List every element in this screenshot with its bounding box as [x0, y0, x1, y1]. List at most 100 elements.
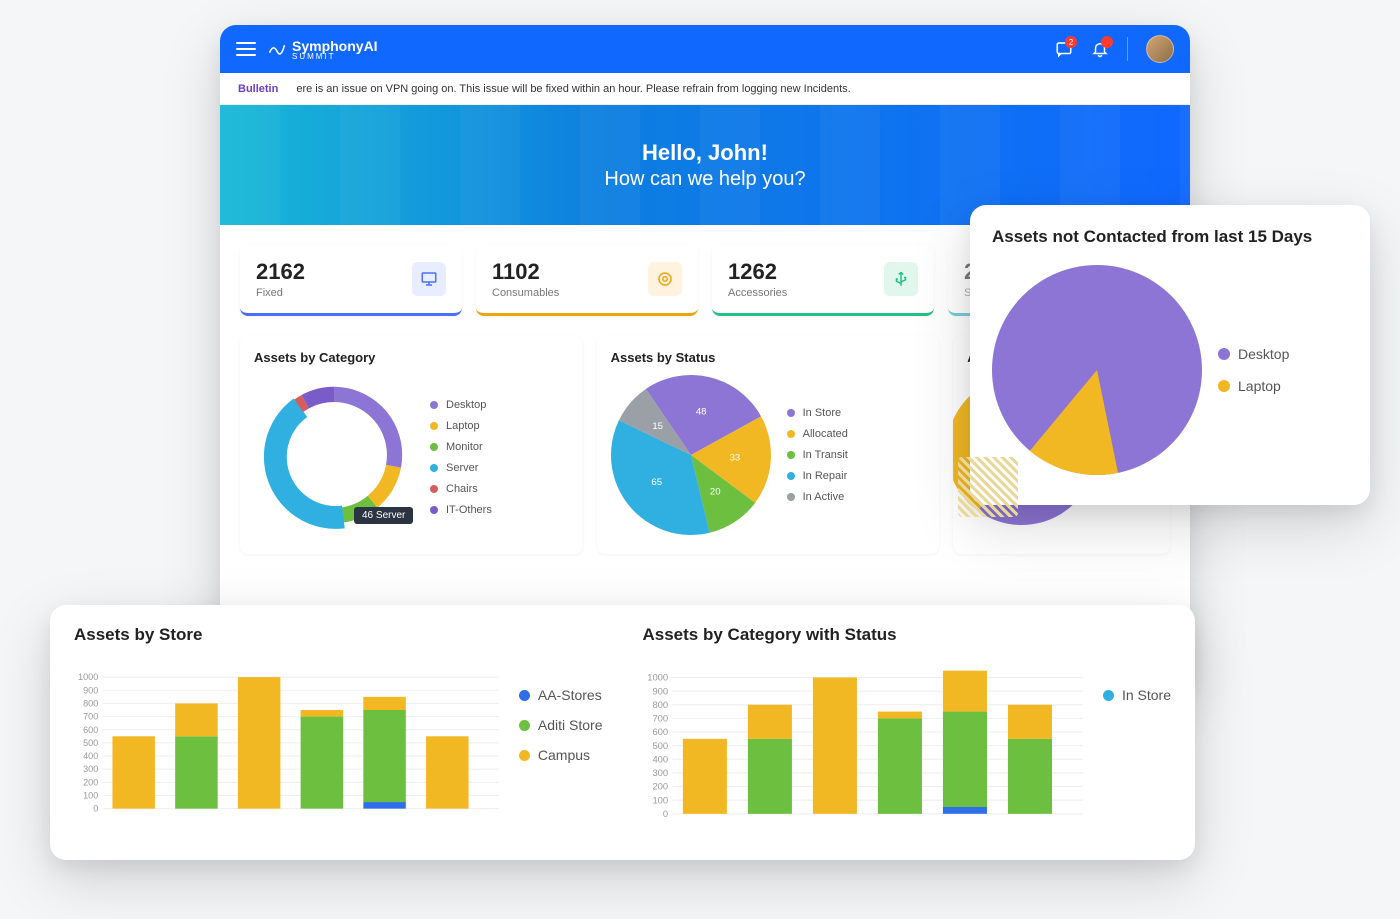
- svg-text:1000: 1000: [78, 672, 98, 682]
- svg-text:200: 200: [83, 777, 98, 787]
- svg-text:100: 100: [652, 794, 668, 805]
- legend-dot: [787, 430, 795, 438]
- alert-badge: [1101, 36, 1113, 48]
- svg-text:48: 48: [695, 407, 706, 418]
- svg-text:500: 500: [652, 740, 668, 751]
- legend-item: Monitor: [430, 441, 492, 453]
- pie-chart: 4833206515: [611, 375, 771, 535]
- legend-dot: [787, 472, 795, 480]
- svg-text:33: 33: [729, 453, 740, 464]
- bar-chart: 01002003004005006007008009001000: [643, 667, 1083, 824]
- legend-label: In Active: [803, 491, 845, 503]
- legend-label: Allocated: [803, 428, 848, 440]
- chat-icon[interactable]: 2: [1055, 40, 1073, 58]
- legend-label: In Store: [803, 407, 842, 419]
- svg-text:500: 500: [83, 738, 98, 748]
- brand-logo[interactable]: SymphonyAI SUMMIT: [268, 38, 378, 61]
- svg-text:600: 600: [652, 726, 668, 737]
- legend-item: In Active: [787, 491, 848, 503]
- chart-legend: In StoreAllocatedIn TransitIn RepairIn A…: [787, 407, 848, 503]
- menu-icon[interactable]: [236, 42, 256, 56]
- stat-value: 1102: [492, 259, 559, 285]
- bar-panel-category-status: Assets by Category with Status 010020030…: [643, 625, 1172, 840]
- legend-item: Chairs: [430, 483, 492, 495]
- chart-legend: In Store: [1103, 667, 1171, 824]
- svg-text:0: 0: [93, 804, 98, 814]
- stat-label: Accessories: [728, 287, 787, 299]
- stat-value: 1262: [728, 259, 787, 285]
- legend-dot: [787, 451, 795, 459]
- chart-card-status[interactable]: Assets by Status 4833206515 In StoreAllo…: [597, 336, 940, 554]
- topbar-divider: [1127, 37, 1128, 61]
- popup-pie-card: Assets not Contacted from last 15 Days D…: [970, 205, 1370, 505]
- svg-text:700: 700: [652, 713, 668, 724]
- svg-text:400: 400: [83, 751, 98, 761]
- legend-label: Campus: [538, 747, 590, 763]
- svg-text:15: 15: [652, 421, 663, 432]
- legend-item: Allocated: [787, 428, 848, 440]
- legend-item: In Store: [1103, 687, 1171, 703]
- legend-dot: [430, 506, 438, 514]
- chart-tooltip: 46 Server: [354, 507, 413, 524]
- stat-value: 2162: [256, 259, 305, 285]
- stat-card-consumables[interactable]: 1102 Consumables: [476, 245, 698, 316]
- hero-prompt: How can we help you?: [604, 168, 805, 191]
- legend-label: In Repair: [803, 470, 848, 482]
- svg-text:300: 300: [652, 767, 668, 778]
- monitor-icon: [412, 262, 446, 296]
- legend-dot: [787, 409, 795, 417]
- logo-icon: [268, 42, 286, 56]
- avatar[interactable]: [1146, 35, 1174, 63]
- chart-title: Assets not Contacted from last 15 Days: [992, 227, 1348, 247]
- legend-dot: [430, 464, 438, 472]
- popup-bars-card: Assets by Store 0 100 200 300 400 500 600 700 80…: [50, 605, 1195, 860]
- chart-legend: Desktop Laptop Monitor Server Chairs IT-Other…: [430, 399, 492, 516]
- legend-dot: [430, 401, 438, 409]
- svg-text:20: 20: [709, 486, 720, 497]
- stat-card-accessories[interactable]: 1262 Accessories: [712, 245, 934, 316]
- svg-text:600: 600: [83, 725, 98, 735]
- legend-label: Monitor: [446, 441, 483, 453]
- stat-label: Consumables: [492, 287, 559, 299]
- legend-item: Laptop: [1218, 378, 1289, 394]
- legend-label: Chairs: [446, 483, 478, 495]
- legend-dot: [1218, 380, 1230, 392]
- bulletin-bar: Bulletin ere is an issue on VPN going on…: [220, 73, 1190, 105]
- chart-card-category[interactable]: Assets by Category 46 Server DesktopLapt…: [240, 336, 583, 554]
- legend-dot: [1218, 348, 1230, 360]
- legend-item: IT-Others: [430, 504, 492, 516]
- legend-dot: [430, 422, 438, 430]
- svg-text:900: 900: [652, 685, 668, 696]
- topbar: SymphonyAI SUMMIT 2: [220, 25, 1190, 73]
- donut-chart: 46 Server: [254, 375, 414, 540]
- notification-badge: 2: [1065, 36, 1077, 48]
- legend-item: Laptop: [430, 420, 492, 432]
- svg-text:800: 800: [83, 698, 98, 708]
- legend-label: IT-Others: [446, 504, 492, 516]
- stat-label: Fixed: [256, 287, 305, 299]
- legend-item: Server: [430, 462, 492, 474]
- chart-legend: AA-Stores Aditi Store Campus: [519, 667, 603, 819]
- legend-dot: [519, 690, 530, 701]
- chart-title: Assets by Store: [74, 625, 603, 645]
- legend-label: Desktop: [1238, 346, 1289, 362]
- svg-text:900: 900: [83, 685, 98, 695]
- legend-label: Laptop: [1238, 378, 1281, 394]
- svg-text:200: 200: [652, 781, 668, 792]
- hero-greeting: Hello, John!: [642, 140, 768, 166]
- legend-dot: [519, 750, 530, 761]
- legend-item: In Repair: [787, 470, 848, 482]
- legend-label: Server: [446, 462, 478, 474]
- legend-label: Aditi Store: [538, 717, 603, 733]
- chart-title: Assets by Category with Status: [643, 625, 1172, 645]
- legend-item: AA-Stores: [519, 687, 603, 703]
- topbar-actions: 2: [1055, 35, 1174, 63]
- legend-item: Desktop: [430, 399, 492, 411]
- bulletin-label: Bulletin: [238, 83, 278, 95]
- bell-icon[interactable]: [1091, 40, 1109, 58]
- legend-item: Aditi Store: [519, 717, 603, 733]
- pie-chart: [992, 265, 1202, 475]
- legend-item: In Store: [787, 407, 848, 419]
- stat-card-fixed[interactable]: 2162 Fixed: [240, 245, 462, 316]
- svg-text:700: 700: [83, 712, 98, 722]
